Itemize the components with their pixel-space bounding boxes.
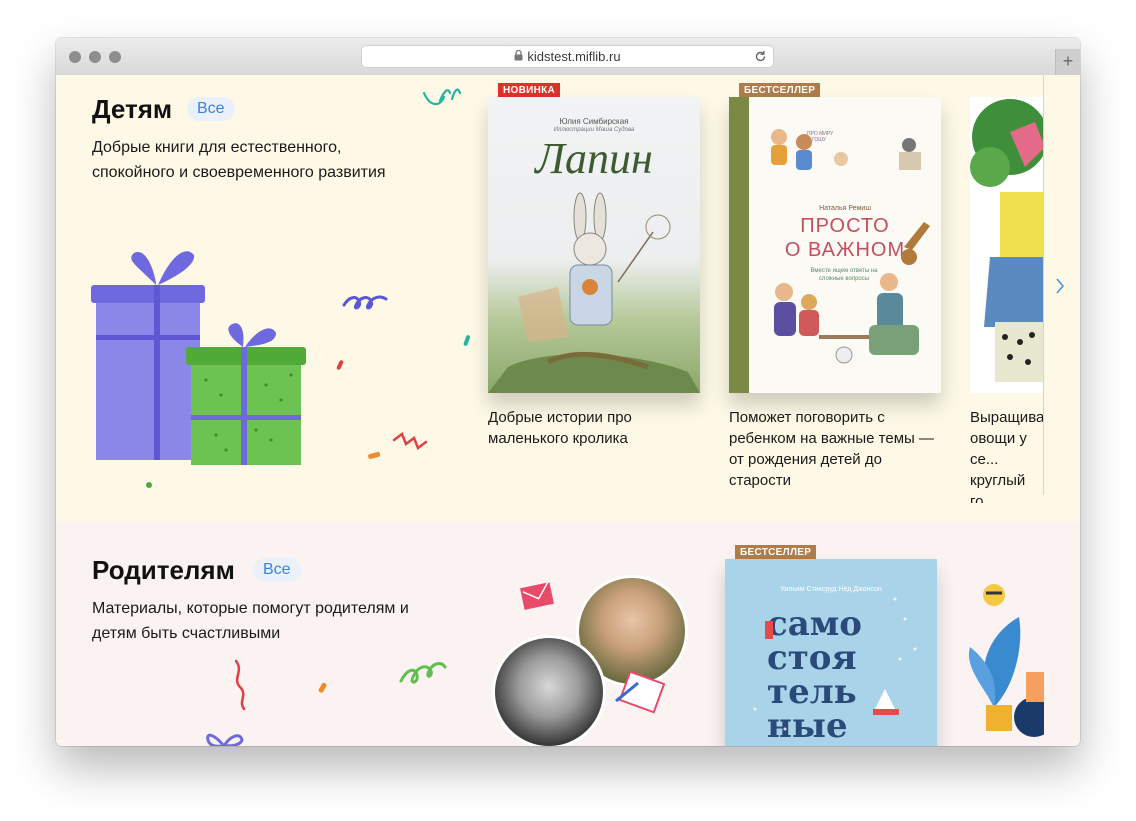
new-badge: НОВИНКА (498, 83, 561, 98)
parents-description: Материалы, которые помогут родителям и д… (92, 600, 409, 642)
notebook-icon (615, 671, 666, 714)
cover-spine-stripe (729, 97, 749, 393)
cover-author: Юлия Симбирская (559, 117, 629, 126)
bestseller-badge: БЕСТСЕЛЛЕР (739, 83, 821, 98)
new-tab-button[interactable]: + (1055, 49, 1080, 75)
parents-section: Родителям Все Материалы, которые помогут… (56, 521, 1080, 746)
kids-description: Добрые книги для естественного, спокойно… (92, 139, 386, 181)
kids-section: Детям Все Добрые книги для естественного… (56, 75, 1080, 521)
page-content: Детям Все Добрые книги для естественного… (56, 75, 1080, 746)
browser-window: kidstest.miflib.ru + Детям Все Добрые кн… (56, 38, 1080, 746)
cover-title: Лапин (535, 134, 653, 183)
minimize-window-button[interactable] (89, 51, 101, 63)
kids-all-link[interactable]: Все (187, 97, 235, 121)
zoom-window-button[interactable] (109, 51, 121, 63)
family-illustration (771, 129, 930, 364)
gifts-illustration (91, 251, 471, 488)
plant-illustration (968, 584, 1044, 737)
book-card[interactable]: Выращива... овощи у се... круглый го... (970, 83, 1044, 503)
url-text: kidstest.miflib.ru (527, 49, 621, 64)
carousel-next-arrow-icon[interactable] (1056, 277, 1064, 300)
parents-all-link[interactable]: Все (253, 558, 301, 582)
parents-confetti-illustration (206, 659, 447, 746)
rabbit-illustration (488, 192, 700, 393)
book-caption: Поможет поговорить с ребенком на важные … (729, 409, 934, 489)
kids-title: Детям (92, 94, 173, 124)
lighthouse-illustration (753, 597, 917, 731)
confetti-decoration (422, 88, 462, 106)
parents-title: Родителям (92, 555, 235, 585)
lock-icon (514, 49, 523, 64)
bestseller-badge: БЕСТСЕЛЛЕР (735, 545, 817, 560)
reload-icon[interactable] (754, 50, 767, 66)
book-caption: Выращива... овощи у се... круглый го... (970, 409, 1044, 503)
book-cover-samostoyatelnye[interactable]: Уильям Стиксруд Нед Джонсон само стоя те… (725, 559, 937, 746)
book-cover-lapin[interactable]: Юлия Симбирская Иллюстрации Маша Судова … (488, 97, 700, 393)
envelope-icon (520, 579, 554, 610)
close-window-button[interactable] (69, 51, 81, 63)
carousel-edge (1043, 75, 1044, 495)
book-cover-prosto-o-vazhnom[interactable]: ПРО МИРУ И ГОШУ Наталья Ремиш ПРОСТО О В… (729, 97, 941, 393)
gardener-illustration (970, 99, 1044, 382)
browser-titlebar: kidstest.miflib.ru + (56, 38, 1080, 76)
address-bar[interactable]: kidstest.miflib.ru (361, 45, 774, 68)
book-caption: Добрые истории про маленького кролика (488, 409, 632, 447)
book-cover-partial[interactable] (970, 97, 1044, 393)
partial-book-cover[interactable] (964, 577, 1044, 746)
confetti-piece (318, 682, 327, 693)
author-avatar-2[interactable] (492, 635, 606, 746)
